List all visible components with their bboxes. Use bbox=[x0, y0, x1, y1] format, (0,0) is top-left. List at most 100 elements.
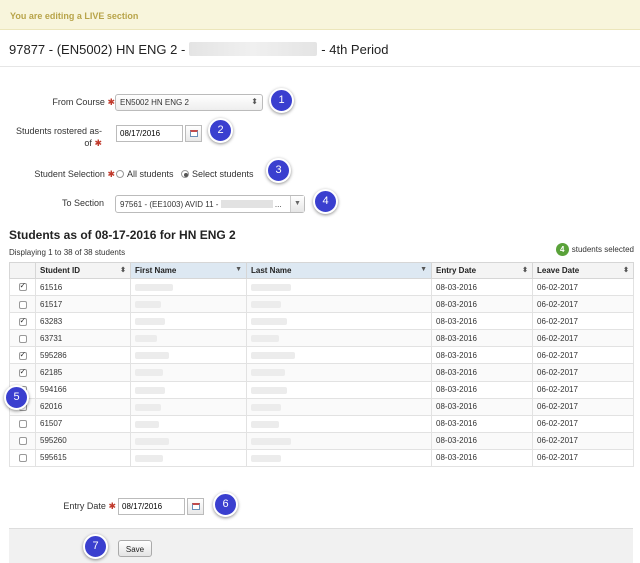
first-name-cell bbox=[130, 295, 247, 314]
page-title-prefix: 97877 - (EN5002) HN ENG 2 - bbox=[9, 42, 186, 57]
table-row[interactable]: 61507 08-03-2016 06-02-2017 bbox=[9, 414, 634, 433]
last-name-cell bbox=[246, 363, 432, 382]
radio-all-students[interactable]: All students bbox=[116, 169, 174, 179]
entry-date-cell: 08-03-2016 bbox=[431, 431, 533, 450]
first-name-cell bbox=[130, 431, 247, 450]
row-select-cell bbox=[9, 346, 36, 365]
entry-date-cell: 08-03-2016 bbox=[431, 448, 533, 468]
entry-date-cell: 08-03-2016 bbox=[431, 414, 533, 433]
last-name-cell bbox=[246, 295, 432, 314]
column-header-last-name[interactable]: Last Name ▼ bbox=[246, 262, 432, 279]
column-header-leave-date[interactable]: Leave Date ⬍ bbox=[532, 262, 634, 279]
students-heading: Students as of 08-17-2016 for HN ENG 2 bbox=[9, 228, 236, 242]
row-checkbox[interactable] bbox=[18, 316, 27, 326]
first-name-cell bbox=[130, 414, 247, 433]
student-id-cell: 61517 bbox=[35, 295, 131, 314]
row-select-cell bbox=[9, 448, 36, 468]
table-header-row: Student ID ⬍ First Name ▼ Last Name ▼ Entry… bbox=[9, 262, 634, 279]
column-header-label: Last Name bbox=[251, 266, 292, 275]
leave-date-cell: 06-02-2017 bbox=[532, 329, 634, 348]
entry-date-cell: 08-03-2016 bbox=[431, 380, 533, 399]
row-select-cell bbox=[9, 363, 36, 382]
table-row[interactable]: 62016 08-03-2016 06-02-2017 bbox=[9, 397, 634, 416]
from-course-label-text: From Course bbox=[52, 97, 105, 107]
from-course-select[interactable]: EN5002 HN ENG 2 ⬍ bbox=[115, 94, 263, 111]
row-checkbox[interactable] bbox=[18, 334, 27, 343]
select-column-header bbox=[9, 262, 36, 279]
column-header-student-id[interactable]: Student ID ⬍ bbox=[35, 262, 131, 279]
select-arrows-icon: ⬍ bbox=[251, 97, 258, 106]
table-row[interactable]: 594166 08-03-2016 06-02-2017 bbox=[9, 380, 634, 399]
entry-date-cell: 08-03-2016 bbox=[431, 346, 533, 365]
page-title-suffix: - 4th Period bbox=[321, 42, 389, 57]
row-checkbox[interactable] bbox=[18, 281, 27, 292]
table-row[interactable]: 61517 08-03-2016 06-02-2017 bbox=[9, 295, 634, 314]
first-name-cell bbox=[130, 346, 247, 365]
table-row[interactable]: 61516 08-03-201606-02-2017 bbox=[9, 277, 634, 297]
leave-date-cell: 06-02-2017 bbox=[532, 346, 634, 365]
table-row[interactable]: 63283 08-03-201606-02-2017 bbox=[9, 312, 634, 331]
leave-date-cell: 06-02-2017 bbox=[532, 380, 634, 399]
redacted-last-name bbox=[251, 352, 295, 360]
rostered-label-line1: Students rostered as- bbox=[15, 126, 102, 136]
redacted-first-name bbox=[135, 352, 169, 360]
calendar-glyph bbox=[192, 503, 200, 510]
table-row[interactable]: 595286 08-03-201606-02-2017 bbox=[9, 346, 634, 365]
leave-date-cell: 06-02-2017 bbox=[532, 363, 634, 382]
callout-badge-5: 5 bbox=[4, 385, 29, 410]
row-checkbox[interactable] bbox=[18, 300, 27, 309]
row-select-cell bbox=[9, 295, 36, 314]
entry-date-cell: 08-03-2016 bbox=[431, 329, 533, 348]
row-checkbox[interactable] bbox=[18, 420, 27, 429]
redacted-first-name bbox=[135, 386, 165, 394]
last-name-cell bbox=[246, 448, 432, 468]
calendar-icon[interactable] bbox=[185, 125, 202, 142]
column-header-first-name[interactable]: First Name ▼ bbox=[130, 262, 247, 279]
row-checkbox[interactable] bbox=[18, 454, 27, 463]
rostered-date-input[interactable] bbox=[116, 125, 183, 142]
dropdown-arrow-icon[interactable]: ▼ bbox=[290, 196, 304, 212]
redacted-last-name bbox=[251, 301, 281, 309]
page-title: 97877 - (EN5002) HN ENG 2 - - 4th Period bbox=[9, 42, 389, 57]
first-name-cell bbox=[130, 312, 247, 331]
column-header-label: Student ID bbox=[40, 266, 80, 275]
row-select-cell bbox=[9, 277, 36, 297]
redacted-first-name bbox=[135, 369, 163, 377]
column-header-entry-date[interactable]: Entry Date ⬍ bbox=[431, 262, 533, 279]
first-name-cell bbox=[130, 363, 247, 382]
row-checkbox[interactable] bbox=[18, 367, 27, 377]
redacted-last-name bbox=[251, 318, 287, 326]
save-button[interactable]: Save bbox=[118, 540, 152, 557]
entry-date-label-text: Entry Date bbox=[63, 501, 106, 511]
table-row[interactable]: 62185 08-03-201606-02-2017 bbox=[9, 363, 634, 382]
redacted-first-name bbox=[135, 301, 161, 309]
radio-select-students[interactable]: Select students bbox=[181, 169, 254, 179]
calendar-icon[interactable] bbox=[187, 498, 204, 515]
row-checkbox[interactable] bbox=[18, 437, 27, 446]
to-section-select[interactable]: 97561 - (EE1003) AVID 11 - ... ▼ bbox=[115, 195, 305, 213]
table-row[interactable]: 595260 08-03-2016 06-02-2017 bbox=[9, 431, 634, 450]
table-row[interactable]: 63731 08-03-2016 06-02-2017 bbox=[9, 329, 634, 348]
redacted-last-name bbox=[251, 335, 279, 343]
leave-date-cell: 06-02-2017 bbox=[532, 431, 634, 450]
required-marker: ✱ bbox=[107, 169, 115, 179]
table-row[interactable]: 595615 08-03-2016 06-02-2017 bbox=[9, 448, 634, 468]
redacted-section-teacher bbox=[220, 200, 273, 208]
radio-select-students-input[interactable] bbox=[181, 170, 189, 178]
radio-all-students-input[interactable] bbox=[116, 170, 124, 178]
redacted-first-name bbox=[135, 283, 173, 291]
student-id-cell: 61516 bbox=[35, 277, 131, 297]
sort-down-icon: ▼ bbox=[235, 266, 242, 273]
first-name-cell bbox=[130, 397, 247, 416]
student-id-cell: 595286 bbox=[35, 346, 131, 365]
last-name-cell bbox=[246, 380, 432, 399]
students-table-body: 6151608-03-201606-02-20176151708-03-2016… bbox=[9, 277, 634, 468]
redacted-last-name bbox=[251, 420, 279, 428]
row-checkbox[interactable] bbox=[18, 350, 27, 360]
entry-date-input[interactable] bbox=[118, 498, 185, 515]
first-name-cell bbox=[130, 448, 247, 468]
entry-date-cell: 08-03-2016 bbox=[431, 277, 533, 297]
calendar-glyph bbox=[190, 130, 198, 137]
sort-down-icon: ▼ bbox=[420, 266, 427, 273]
redacted-first-name bbox=[135, 454, 163, 462]
